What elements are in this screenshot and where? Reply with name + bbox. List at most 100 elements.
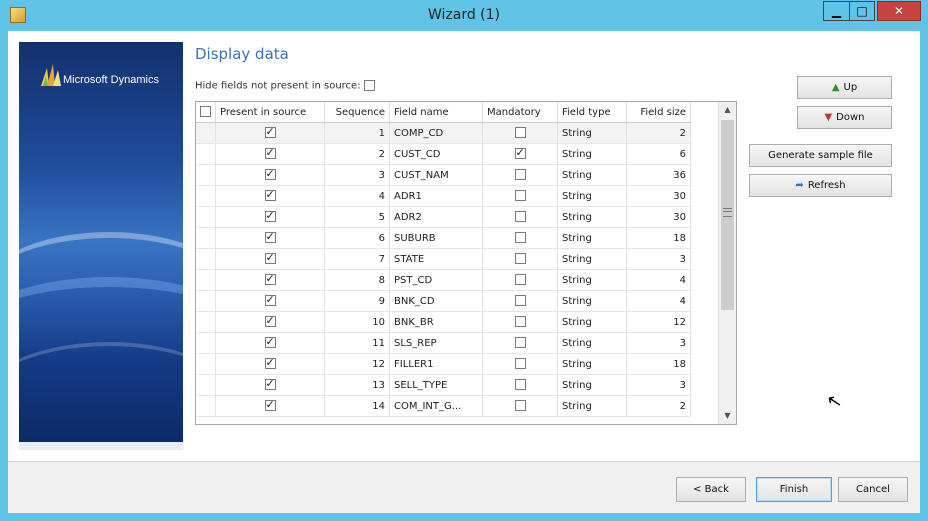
title-bar[interactable]: Wizard (1) ▁ □ ✕ [0,0,928,31]
cell-present-in-source[interactable] [215,164,325,186]
cell-field-name[interactable]: CUST_CD [389,143,483,165]
cell-field-name[interactable]: BNK_CD [389,290,483,312]
column-header-field-type[interactable]: Field type [557,102,627,123]
table-row[interactable]: 2 CUST_CD String 6 [196,143,691,165]
cell-present-in-source[interactable] [215,269,325,291]
cell-mandatory[interactable] [482,290,558,312]
column-header-sequence[interactable]: Sequence [324,102,390,123]
cell-field-type[interactable]: String [557,164,627,186]
cell-field-type[interactable]: String [557,332,627,354]
table-row[interactable]: 6 SUBURB String 18 [196,227,691,249]
cell-field-name[interactable]: SUBURB [389,227,483,249]
cell-sequence[interactable]: 1 [324,122,390,144]
present-in-source-checkbox[interactable] [264,188,276,202]
present-in-source-checkbox[interactable] [264,356,276,370]
cell-mandatory[interactable] [482,185,558,207]
row-selector[interactable] [196,227,216,249]
cell-present-in-source[interactable] [215,206,325,228]
table-row[interactable]: 10 BNK_BR String 12 [196,311,691,333]
move-up-button[interactable]: ▲ Up [797,76,892,99]
present-in-source-checkbox[interactable] [264,209,276,223]
grid-vertical-scrollbar[interactable]: ▲ ▼ [718,102,736,424]
cell-field-size[interactable]: 18 [626,227,691,249]
cell-sequence[interactable]: 5 [324,206,390,228]
mandatory-checkbox[interactable] [514,337,526,349]
cell-field-type[interactable]: String [557,353,627,375]
mandatory-checkbox[interactable] [514,190,526,202]
cell-mandatory[interactable] [482,143,558,165]
cell-field-name[interactable]: ADR1 [389,185,483,207]
back-button[interactable]: < Back [676,477,746,502]
cell-field-type[interactable]: String [557,395,627,417]
cell-field-size[interactable]: 30 [626,206,691,228]
cell-sequence[interactable]: 10 [324,311,390,333]
cell-field-name[interactable]: STATE [389,248,483,270]
cell-field-type[interactable]: String [557,311,627,333]
present-in-source-checkbox[interactable] [264,314,276,328]
cell-sequence[interactable]: 6 [324,227,390,249]
cell-field-type[interactable]: String [557,269,627,291]
scroll-down-arrow-icon[interactable]: ▼ [719,408,736,424]
mandatory-checkbox[interactable] [514,274,526,286]
table-row[interactable]: 13 SELL_TYPE String 3 [196,374,691,396]
cell-present-in-source[interactable] [215,227,325,249]
column-header-field-name[interactable]: Field name [389,102,483,123]
mandatory-checkbox[interactable] [514,211,526,223]
present-in-source-checkbox[interactable] [264,167,276,181]
cell-present-in-source[interactable] [215,248,325,270]
cell-field-type[interactable]: String [557,290,627,312]
move-down-button[interactable]: ▼ Down [797,106,892,129]
table-row[interactable]: 14 COM_INT_G... String 2 [196,395,691,417]
row-selector[interactable] [196,395,216,417]
cell-field-size[interactable]: 3 [626,332,691,354]
table-row[interactable]: 8 PST_CD String 4 [196,269,691,291]
table-row[interactable]: 1 COMP_CD String 2 [196,122,691,144]
cell-field-size[interactable]: 4 [626,269,691,291]
cell-field-name[interactable]: ADR2 [389,206,483,228]
cell-mandatory[interactable] [482,248,558,270]
cell-field-size[interactable]: 2 [626,122,691,144]
cell-mandatory[interactable] [482,395,558,417]
cell-sequence[interactable]: 3 [324,164,390,186]
column-header-present[interactable]: Present in source [215,102,325,123]
cell-field-size[interactable]: 36 [626,164,691,186]
mandatory-checkbox[interactable] [514,146,526,160]
mandatory-checkbox[interactable] [514,358,526,370]
cancel-button[interactable]: Cancel [838,477,908,502]
column-header-mandatory[interactable]: Mandatory [482,102,558,123]
refresh-button[interactable]: ➦ Refresh [749,174,892,197]
cell-sequence[interactable]: 2 [324,143,390,165]
row-selector[interactable] [196,311,216,333]
cell-sequence[interactable]: 8 [324,269,390,291]
cell-field-size[interactable]: 6 [626,143,691,165]
table-row[interactable]: 12 FILLER1 String 18 [196,353,691,375]
row-selector[interactable] [196,143,216,165]
cell-field-name[interactable]: PST_CD [389,269,483,291]
mandatory-checkbox[interactable] [514,253,526,265]
select-all-header[interactable] [196,102,216,123]
row-selector[interactable] [196,374,216,396]
row-selector[interactable] [196,332,216,354]
mandatory-checkbox[interactable] [514,316,526,328]
cell-field-size[interactable]: 4 [626,290,691,312]
cell-field-size[interactable]: 30 [626,185,691,207]
cell-present-in-source[interactable] [215,311,325,333]
mandatory-checkbox[interactable] [514,295,526,307]
cell-mandatory[interactable] [482,374,558,396]
close-button[interactable]: ✕ [877,1,921,21]
maximize-button[interactable]: □ [849,1,875,21]
row-selector[interactable] [196,269,216,291]
cell-present-in-source[interactable] [215,122,325,144]
row-selector[interactable] [196,122,216,144]
row-selector[interactable] [196,185,216,207]
cell-field-size[interactable]: 3 [626,248,691,270]
cell-field-type[interactable]: String [557,122,627,144]
cell-present-in-source[interactable] [215,290,325,312]
cell-mandatory[interactable] [482,311,558,333]
present-in-source-checkbox[interactable] [264,398,276,412]
table-row[interactable]: 4 ADR1 String 30 [196,185,691,207]
cell-mandatory[interactable] [482,122,558,144]
cell-present-in-source[interactable] [215,332,325,354]
hide-fields-checkbox[interactable] [363,80,375,91]
cell-field-type[interactable]: String [557,374,627,396]
